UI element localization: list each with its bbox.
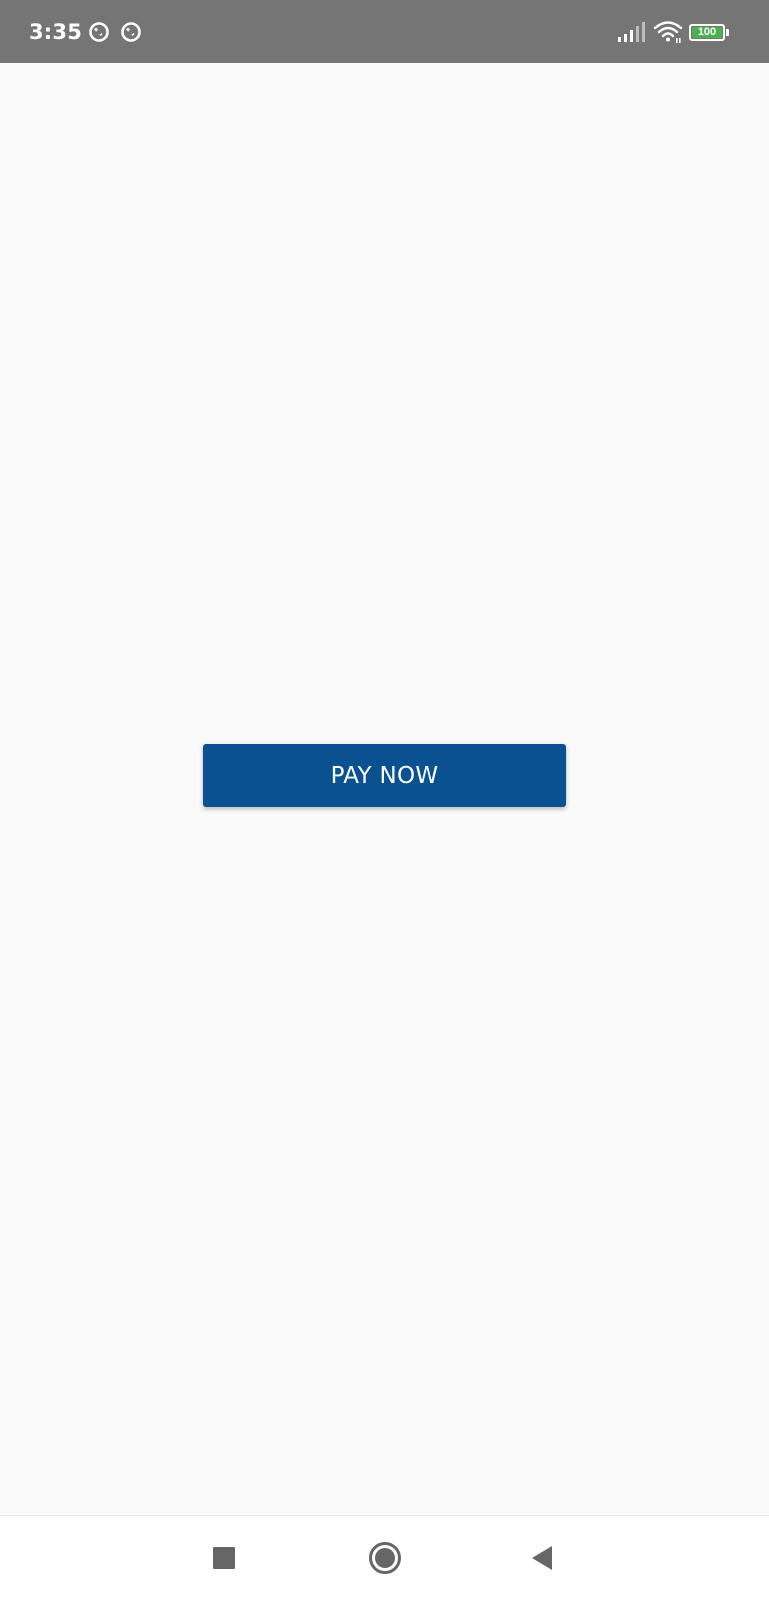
main-content: PAY NOW (0, 63, 769, 1515)
status-time: 3:35 (29, 20, 83, 44)
square-recents-icon (213, 1547, 235, 1569)
circle-home-icon (369, 1542, 401, 1574)
recents-button[interactable] (202, 1536, 246, 1580)
notification-app-icon (89, 22, 109, 42)
cellular-signal-icon (618, 22, 645, 42)
wifi-icon (653, 21, 683, 43)
status-right: 100 (617, 20, 729, 44)
home-button[interactable] (363, 1536, 407, 1580)
notification-app-icon (121, 22, 141, 42)
status-left: 3:35 (29, 18, 142, 46)
status-bar: 3:35 100 (0, 0, 769, 63)
pay-now-button[interactable]: PAY NOW (203, 744, 566, 807)
battery-icon: 100 (689, 23, 729, 41)
battery-tip (726, 28, 729, 36)
triangle-back-icon (532, 1546, 552, 1570)
battery-body: 100 (689, 23, 725, 41)
navigation-bar (0, 1515, 769, 1600)
back-button[interactable] (520, 1536, 564, 1580)
battery-level: 100 (692, 26, 722, 38)
